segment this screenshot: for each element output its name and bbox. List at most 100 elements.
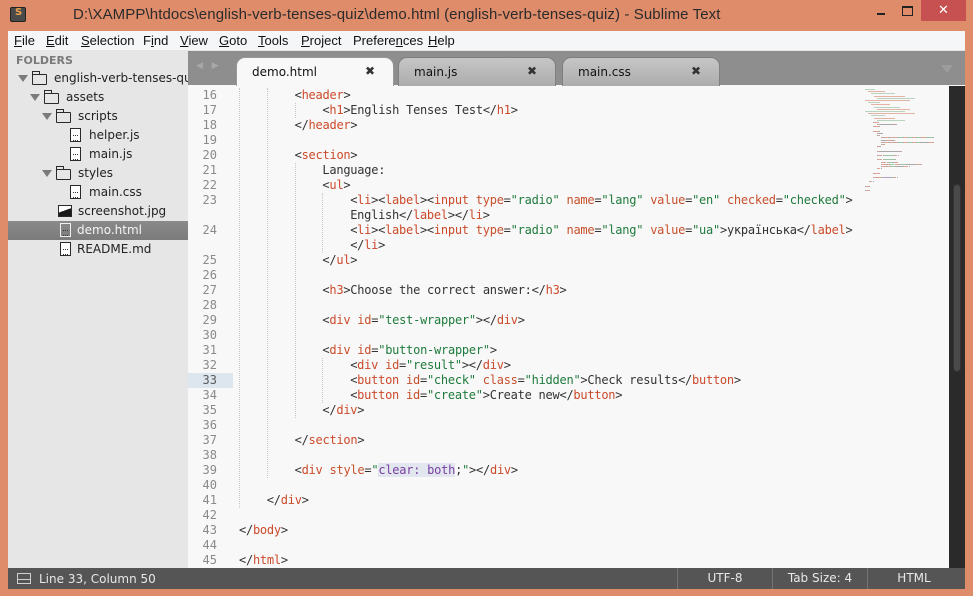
- sidebar-item-scripts[interactable]: scripts: [8, 107, 188, 126]
- sidebar-item-readme-md[interactable]: README.md: [8, 240, 188, 259]
- minimap-line: [869, 190, 871, 192]
- expand-arrow-icon[interactable]: [42, 113, 52, 120]
- line-number: 35: [202, 403, 217, 417]
- menu-project[interactable]: Project: [301, 33, 341, 48]
- code-line[interactable]: 29 <div id="test-wrapper"></div>: [188, 313, 868, 328]
- code-line[interactable]: 37 </section>: [188, 433, 868, 448]
- tab-list-dropdown-icon[interactable]: [941, 65, 953, 73]
- minimap-line: [874, 106, 900, 108]
- tab-close-icon[interactable]: ✖: [691, 64, 701, 78]
- sidebar-item-english-verb-tenses-quiz[interactable]: english-verb-tenses-quiz: [8, 69, 188, 88]
- minimap-line: [882, 177, 891, 178]
- sidebar-item-demo-html[interactable]: demo.html: [8, 221, 188, 240]
- tab-main-js[interactable]: main.js ✖: [398, 57, 556, 86]
- code-line[interactable]: 24 <li><label><input type="radio" name="l…: [188, 223, 868, 238]
- minimap-line: [869, 185, 871, 187]
- minimize-button[interactable]: [870, 0, 898, 21]
- code-line[interactable]: 40: [188, 478, 868, 493]
- minimap-line: [908, 166, 910, 167]
- menu-view[interactable]: View: [180, 33, 208, 48]
- encoding-selector[interactable]: UTF-8: [677, 568, 772, 589]
- sidebar-item-label: english-verb-tenses-quiz: [54, 71, 188, 85]
- code-line[interactable]: 45 </html>: [188, 553, 868, 568]
- code-line[interactable]: 38: [188, 448, 868, 463]
- menu-tools[interactable]: Tools: [258, 33, 288, 48]
- menu-preferences[interactable]: Preferences: [353, 33, 423, 48]
- code-line[interactable]: 17 <h1>English Tenses Test</h1>: [188, 103, 868, 118]
- code-line[interactable]: 42: [188, 508, 868, 523]
- folder-open-icon: [56, 166, 71, 180]
- code-line[interactable]: English</label></li>: [188, 208, 868, 223]
- tab-close-icon[interactable]: ✖: [527, 64, 537, 78]
- menu-file[interactable]: File: [14, 33, 35, 48]
- scrollbar-thumb[interactable]: [953, 184, 961, 372]
- syntax-selector[interactable]: HTML: [867, 568, 960, 589]
- code-line[interactable]: </li>: [188, 238, 868, 253]
- code-line[interactable]: 28: [188, 298, 868, 313]
- expand-arrow-icon[interactable]: [42, 170, 52, 177]
- tab-main-css[interactable]: main.css ✖: [562, 57, 720, 86]
- code-line[interactable]: 16 <header>: [188, 88, 868, 103]
- minimap-line: [883, 155, 894, 156]
- tab-close-icon[interactable]: ✖: [365, 64, 375, 78]
- menu-edit[interactable]: Edit: [46, 33, 68, 48]
- line-number: 21: [202, 163, 217, 177]
- status-bar: Line 33, Column 50 UTF-8 Tab Size: 4 HTM…: [8, 568, 965, 589]
- tab-size-selector[interactable]: Tab Size: 4: [772, 568, 867, 589]
- code-line[interactable]: 32 <div id="result"></div>: [188, 358, 868, 373]
- menu-find[interactable]: Find: [143, 33, 168, 48]
- minimap-line: [901, 150, 903, 152]
- line-number: 19: [202, 133, 217, 147]
- sidebar-item-helper-js[interactable]: helper.js: [8, 126, 188, 145]
- code-line[interactable]: 39 <div style="clear: both;"></div>: [188, 463, 868, 478]
- line-number: 22: [202, 178, 217, 192]
- menu-help[interactable]: Help: [428, 33, 455, 48]
- minimap-line: [920, 141, 930, 143]
- vertical-scrollbar[interactable]: [949, 86, 965, 568]
- folder-open-icon: [44, 90, 59, 104]
- code-line[interactable]: 21 Language:: [188, 163, 868, 178]
- expand-arrow-icon[interactable]: [30, 94, 40, 101]
- code-line[interactable]: 30: [188, 328, 868, 343]
- panel-toggle-icon[interactable]: [17, 573, 31, 584]
- tab-nav-arrows[interactable]: ◀ ▶: [196, 61, 222, 71]
- code-editor[interactable]: 16 <header> 17 <h1>English Tenses Test</h1>…: [188, 86, 949, 568]
- file-icon: [60, 242, 71, 256]
- code-line[interactable]: 27 <h3>Choose the correct answer:</h3>: [188, 283, 868, 298]
- code-line[interactable]: 20 <section>: [188, 148, 868, 163]
- sidebar-item-label: assets: [66, 90, 105, 104]
- code-line[interactable]: 26: [188, 268, 868, 283]
- minimap-line: [896, 177, 898, 178]
- sidebar-item-main-js[interactable]: main.js: [8, 145, 188, 164]
- code-line[interactable]: 44: [188, 538, 868, 553]
- code-line[interactable]: 23 <li><label><input type="radio" name="l…: [188, 193, 868, 208]
- code-line[interactable]: 34 <button id="create">Create new</button…: [188, 388, 868, 403]
- code-line[interactable]: 31 <div id="button-wrapper">: [188, 343, 868, 358]
- code-line[interactable]: 41 </div>: [188, 493, 868, 508]
- sidebar-item-styles[interactable]: styles: [8, 164, 188, 183]
- sublime-app-icon[interactable]: [10, 7, 26, 22]
- sidebar-item-main-css[interactable]: main.css: [8, 183, 188, 202]
- close-button[interactable]: ✕: [921, 0, 966, 21]
- sidebar-item-assets[interactable]: assets: [8, 88, 188, 107]
- code-text: <div style="clear: both;"></div>: [294, 463, 518, 477]
- line-number: 43: [202, 523, 217, 537]
- code-line[interactable]: 19: [188, 133, 868, 148]
- code-line[interactable]: 33 <button id="check" class="hidden">Chec…: [188, 373, 868, 388]
- code-line[interactable]: 25 </ul>: [188, 253, 868, 268]
- menu-bar: File Edit Selection Find View Goto Tools Projec…: [8, 31, 965, 51]
- sidebar-item-screenshot-jpg[interactable]: screenshot.jpg: [8, 202, 188, 221]
- expand-arrow-icon[interactable]: [18, 75, 28, 82]
- menu-goto[interactable]: Goto: [219, 33, 247, 48]
- tab-demo-html[interactable]: demo.html ✖: [236, 57, 394, 87]
- sidebar-item-label: README.md: [77, 242, 152, 256]
- code-line[interactable]: 22 <ul>: [188, 178, 868, 193]
- code-line[interactable]: 36: [188, 418, 868, 433]
- menu-selection[interactable]: Selection: [81, 33, 134, 48]
- code-line[interactable]: 43 </body>: [188, 523, 868, 538]
- code-line[interactable]: 35 </div>: [188, 403, 868, 418]
- code-text: </html>: [239, 553, 288, 567]
- minimap[interactable]: [861, 86, 949, 568]
- code-line[interactable]: 18 </header>: [188, 118, 868, 133]
- minimap-line: [897, 155, 899, 156]
